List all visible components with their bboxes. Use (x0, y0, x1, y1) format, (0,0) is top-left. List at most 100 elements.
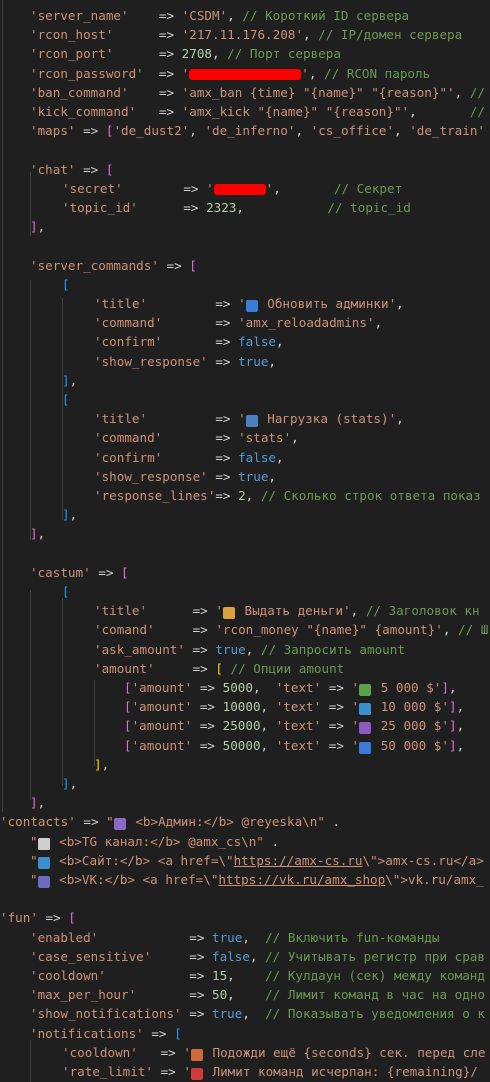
code-line[interactable]: 'chat' => [ (30, 160, 113, 179)
code-token-key: 'text' (275, 680, 322, 695)
code-token-op: . (324, 814, 341, 830)
code-token-key: 'contacts' (0, 814, 76, 830)
code-line[interactable]: ['amount' => 50000, 'text' => '💳 50 000 … (124, 736, 464, 755)
code-line[interactable]: 'confirm' => false, (94, 332, 284, 351)
code-line[interactable]: 'title' => '🛡️ Обновить админки', (94, 294, 404, 313)
code-token-bool: true (211, 929, 243, 945)
code-token-op: , (276, 334, 284, 350)
code-line[interactable]: ['amount' => 10000, 'text' => '💶 10 000 … (124, 697, 464, 716)
code-line[interactable]: 'rcon_port' => 2708, // Порт сервера (30, 44, 341, 63)
code-token-op: => (98, 929, 212, 945)
code-token-bool: false (238, 334, 276, 350)
code-line[interactable]: ], (30, 217, 45, 236)
code-token-str: ' (206, 180, 214, 196)
code-token-key: 'server_name' (30, 8, 129, 23)
code-token-cmt: // (469, 84, 485, 100)
code-line[interactable]: 'contacts' => "👤 <b>Админ:</b> @reyeska\… (0, 812, 340, 831)
code-line[interactable]: "🌐 <b>Сайт:</b> <a href=\"https://amx-cs… (30, 851, 484, 870)
code-token-key: 'amount' (131, 699, 193, 715)
code-token-str: <b>VK:</b> <a href=\" (51, 872, 219, 887)
code-line[interactable]: 'notifications' => [ (30, 1024, 182, 1043)
code-line[interactable]: 'fun' => [ (0, 908, 76, 927)
code-token-op: => (137, 200, 207, 215)
code-token-key: 'enabled' (30, 929, 99, 945)
code-line[interactable]: 'comand' => 'rcon_money "{name}" {amount… (94, 620, 488, 639)
code-line[interactable]: 'topic_id' => 2323, // topic_id (62, 198, 411, 217)
code-line[interactable]: "👥 <b>VK:</b> <a href=\"https://vk.ru/am… (30, 870, 484, 889)
code-token-key: 'rcon_host' (30, 27, 114, 43)
code-token-br2: [ (124, 718, 132, 734)
code-line[interactable]: ], (62, 505, 77, 524)
code-token-op: , (268, 353, 277, 369)
code-line[interactable]: 'title' => '📊 Нагрузка (stats)', (94, 409, 404, 428)
code-token-cmt: // Показывать уведомления о к (265, 1006, 485, 1022)
code-line[interactable]: 'title' => '💰 Выдать деньги', // Заголов… (94, 601, 480, 620)
code-line[interactable]: 'castum' => [ (30, 563, 129, 582)
code-token-op: => (137, 1044, 184, 1060)
code-line[interactable]: "💭 <b>TG канал:</b> @amx_cs\n" . (30, 832, 279, 851)
code-line[interactable]: 'show_response' => true, (94, 352, 276, 371)
code-line[interactable]: 'ban_command' => 'amx_ban {time} "{name}… (30, 83, 485, 102)
code-line[interactable]: ['amount' => 25000, 'text' => '💷 25 000 … (124, 716, 464, 735)
code-line[interactable]: ], (94, 755, 109, 774)
emoji-icon: 💳 (359, 741, 372, 754)
code-line[interactable]: ['amount' => 5000, 'text' => '💵 5 000 $'… (124, 678, 457, 697)
code-line[interactable]: ], (62, 371, 77, 390)
code-line[interactable]: 'server_name' => 'CSDM', // Короткий ID … (30, 6, 409, 25)
code-token-op: , (252, 680, 276, 695)
code-line[interactable]: 'ask_amount' => true, // Запросить amoun… (94, 640, 405, 659)
code-token-op: , (249, 948, 266, 964)
code-token-br2: ] (448, 737, 457, 753)
code-line[interactable]: 'command' => 'stats', (94, 428, 299, 447)
code-line[interactable]: ], (30, 793, 45, 812)
code-line[interactable]: ], (62, 774, 77, 793)
code-token-key: 'secret' (62, 180, 123, 196)
code-line[interactable]: 'response_lines'=> 2, // Сколько строк о… (94, 486, 481, 505)
code-token-br1: ] (94, 756, 102, 772)
code-token-cmt: // Кулдаун (сек) между команд (265, 968, 485, 983)
code-line[interactable]: 'rcon_host' => '217.11.176.208', // IP/д… (30, 25, 462, 44)
code-line[interactable]: [ (62, 275, 70, 294)
code-token-key: 'text' (275, 718, 322, 734)
code-line[interactable]: 'show_response' => true, (94, 467, 276, 486)
code-token-op: => (215, 488, 239, 503)
code-line[interactable]: ], (30, 524, 45, 543)
code-line[interactable]: 'secret' => ' ', // Секрет (62, 179, 402, 198)
code-token-op: => (147, 411, 239, 427)
emoji-icon: 📊 (245, 415, 258, 428)
code-line[interactable]: [ (62, 582, 70, 601)
code-line[interactable]: 'enabled' => true, // Включить fun-коман… (30, 928, 439, 947)
code-token-str: 'stats' (238, 430, 292, 446)
code-line[interactable]: 'show_notifications' => true, // Показыв… (30, 1004, 485, 1023)
code-line[interactable]: 'server_commands' => [ (30, 256, 197, 275)
code-token-op: => (321, 737, 352, 753)
code-line[interactable]: 'amount' => [ // Опции amount (94, 659, 344, 678)
code-line[interactable]: 'case_sensitive' => false, // Учитывать … (30, 947, 485, 966)
code-line[interactable]: 'cooldown' => 15, // Кулдаун (сек) между… (30, 966, 485, 985)
code-line[interactable]: 'rate_limit' => '🚫 Лимит команд исчерпан… (62, 1062, 478, 1081)
code-line[interactable]: 'cooldown' => '⏱️ Подожди ещё {seconds} … (62, 1043, 485, 1062)
emoji-icon: 🌐 (37, 856, 50, 869)
code-line[interactable]: 'maps' => ['de_dust2', 'de_inferno', 'cs… (30, 121, 485, 140)
code-line[interactable]: 'command' => 'amx_reloadadmins', (94, 313, 382, 332)
code-line[interactable]: 'max_per_hour' => 50, // Лимит команд в … (30, 985, 485, 1004)
code-token-br2: ] (30, 795, 38, 811)
code-line[interactable]: 'confirm' => false, (94, 448, 284, 467)
code-token-op: , (448, 680, 457, 695)
code-token-key: 'kick_command' (30, 104, 137, 119)
code-line[interactable]: [ (62, 390, 70, 409)
code-token-op: => (143, 1025, 175, 1041)
code-token-op: => (192, 718, 223, 734)
code-editor[interactable]: 'server_name' => 'CSDM', // Короткий ID … (0, 0, 490, 1082)
code-token-op: , (394, 123, 410, 139)
emoji-icon: 🚫 (190, 1068, 203, 1080)
code-token-key: 'case_sensitive' (30, 948, 152, 964)
code-token-str: <b>TG канал:</b> @amx_cs\n" (51, 833, 264, 849)
code-token-op: , (442, 622, 458, 638)
code-token-br3: [ (62, 392, 70, 407)
code-line[interactable]: 'rcon_password' => ' ', // RCON пароль (30, 64, 430, 83)
code-token-op: , (69, 372, 78, 388)
code-token-key: 'text' (275, 699, 322, 715)
code-token-op (223, 661, 231, 676)
code-line[interactable]: 'kick_command' => 'amx_kick "{name}" "{r… (30, 102, 485, 121)
